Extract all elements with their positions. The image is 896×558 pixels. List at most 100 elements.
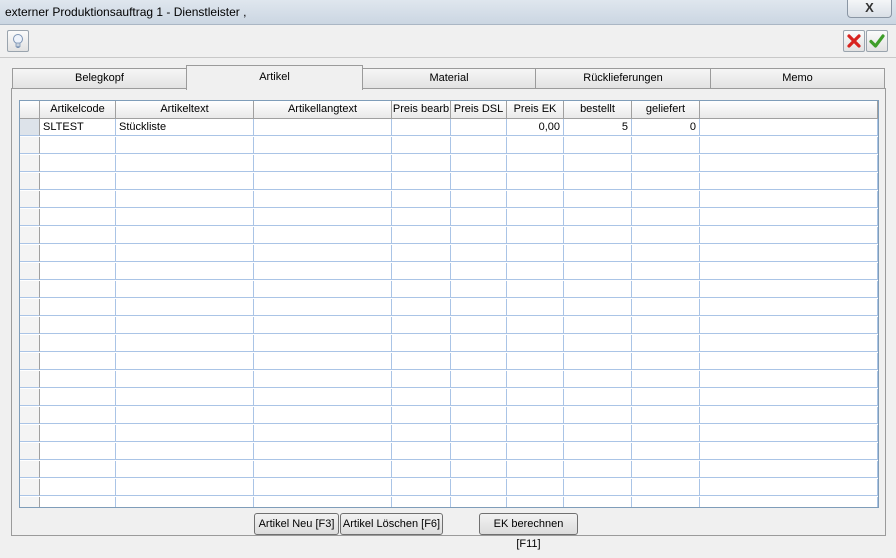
column-header-row-selector[interactable] bbox=[20, 101, 40, 119]
row-selector[interactable] bbox=[20, 119, 40, 136]
cell-preis-bearb[interactable] bbox=[392, 425, 451, 442]
cell-artikeltext[interactable] bbox=[116, 389, 254, 406]
cell-artikelcode[interactable] bbox=[40, 389, 116, 406]
cell-preis-dsl[interactable] bbox=[451, 443, 507, 460]
cell-spacer[interactable] bbox=[700, 425, 878, 442]
cell-artikeltext[interactable] bbox=[116, 407, 254, 424]
cell-artikellangtext[interactable] bbox=[254, 461, 392, 478]
cell-bestellt[interactable]: 5 bbox=[564, 119, 632, 136]
row-selector[interactable] bbox=[20, 191, 40, 208]
cell-bestellt[interactable] bbox=[564, 407, 632, 424]
cell-spacer[interactable] bbox=[700, 299, 878, 316]
cell-geliefert[interactable] bbox=[632, 155, 700, 172]
cell-spacer[interactable] bbox=[700, 191, 878, 208]
cell-preis-ek[interactable] bbox=[507, 155, 564, 172]
cell-geliefert[interactable] bbox=[632, 479, 700, 496]
cell-bestellt[interactable] bbox=[564, 443, 632, 460]
cell-preis-ek[interactable] bbox=[507, 335, 564, 352]
cell-preis-bearb[interactable] bbox=[392, 353, 451, 370]
hint-button[interactable] bbox=[7, 30, 29, 52]
cell-preis-bearb[interactable] bbox=[392, 335, 451, 352]
cell-spacer[interactable] bbox=[700, 389, 878, 406]
row-selector[interactable] bbox=[20, 407, 40, 424]
cell-artikeltext[interactable] bbox=[116, 299, 254, 316]
cell-geliefert[interactable] bbox=[632, 191, 700, 208]
cell-artikeltext[interactable] bbox=[116, 461, 254, 478]
cell-preis-dsl[interactable] bbox=[451, 461, 507, 478]
cell-geliefert[interactable] bbox=[632, 299, 700, 316]
tab-material[interactable]: Material bbox=[362, 68, 536, 89]
cell-artikellangtext[interactable] bbox=[254, 263, 392, 280]
cell-artikelcode[interactable] bbox=[40, 317, 116, 334]
cell-artikellangtext[interactable] bbox=[254, 137, 392, 154]
cell-artikeltext[interactable] bbox=[116, 263, 254, 280]
cell-artikellangtext[interactable] bbox=[254, 425, 392, 442]
cell-geliefert[interactable] bbox=[632, 263, 700, 280]
column-header-bestellt[interactable]: bestellt bbox=[564, 101, 632, 119]
tab-artikel[interactable]: Artikel bbox=[186, 65, 363, 90]
cell-bestellt[interactable] bbox=[564, 263, 632, 280]
cell-preis-ek[interactable]: 0,00 bbox=[507, 119, 564, 136]
cell-bestellt[interactable] bbox=[564, 191, 632, 208]
cell-preis-bearb[interactable] bbox=[392, 137, 451, 154]
row-selector[interactable] bbox=[20, 497, 40, 507]
article-new-button[interactable]: Artikel Neu [F3] bbox=[254, 513, 339, 535]
cell-artikelcode[interactable] bbox=[40, 191, 116, 208]
cell-preis-bearb[interactable] bbox=[392, 389, 451, 406]
calc-ek-button[interactable]: EK berechnen [F11] bbox=[479, 513, 578, 550]
cell-artikellangtext[interactable] bbox=[254, 173, 392, 190]
cell-geliefert[interactable] bbox=[632, 371, 700, 388]
ok-button[interactable] bbox=[866, 30, 888, 52]
column-header-spacer[interactable] bbox=[700, 101, 878, 119]
cell-artikellangtext[interactable] bbox=[254, 191, 392, 208]
column-header-artikellangtext[interactable]: Artikellangtext bbox=[254, 101, 392, 119]
cell-preis-bearb[interactable] bbox=[392, 191, 451, 208]
cell-preis-ek[interactable] bbox=[507, 191, 564, 208]
cell-bestellt[interactable] bbox=[564, 209, 632, 226]
cell-spacer[interactable] bbox=[700, 245, 878, 262]
row-selector[interactable] bbox=[20, 155, 40, 172]
cell-artikellangtext[interactable] bbox=[254, 155, 392, 172]
row-selector[interactable] bbox=[20, 461, 40, 478]
row-selector[interactable] bbox=[20, 173, 40, 190]
cell-bestellt[interactable] bbox=[564, 155, 632, 172]
cell-preis-dsl[interactable] bbox=[451, 173, 507, 190]
cell-artikeltext[interactable] bbox=[116, 335, 254, 352]
cell-spacer[interactable] bbox=[700, 227, 878, 244]
cell-artikeltext[interactable] bbox=[116, 371, 254, 388]
column-header-geliefert[interactable]: geliefert bbox=[632, 101, 700, 119]
cell-preis-dsl[interactable] bbox=[451, 335, 507, 352]
cell-artikeltext[interactable] bbox=[116, 227, 254, 244]
cell-artikeltext[interactable] bbox=[116, 425, 254, 442]
cell-artikellangtext[interactable] bbox=[254, 353, 392, 370]
row-selector[interactable] bbox=[20, 245, 40, 262]
cell-preis-bearb[interactable] bbox=[392, 371, 451, 388]
cell-artikeltext[interactable] bbox=[116, 479, 254, 496]
cell-bestellt[interactable] bbox=[564, 335, 632, 352]
cell-artikelcode[interactable] bbox=[40, 245, 116, 262]
row-selector[interactable] bbox=[20, 443, 40, 460]
cell-preis-bearb[interactable] bbox=[392, 263, 451, 280]
column-header-artikelcode[interactable]: Artikelcode bbox=[40, 101, 116, 119]
cell-artikelcode[interactable] bbox=[40, 299, 116, 316]
row-selector[interactable] bbox=[20, 227, 40, 244]
cell-artikeltext[interactable] bbox=[116, 191, 254, 208]
cell-preis-dsl[interactable] bbox=[451, 263, 507, 280]
cell-preis-dsl[interactable] bbox=[451, 119, 507, 136]
cell-preis-ek[interactable] bbox=[507, 299, 564, 316]
cell-artikeltext[interactable] bbox=[116, 155, 254, 172]
column-header-preis-dsl[interactable]: Preis DSL bbox=[451, 101, 507, 119]
cell-spacer[interactable] bbox=[700, 119, 878, 136]
cell-preis-bearb[interactable] bbox=[392, 119, 451, 136]
cell-preis-ek[interactable] bbox=[507, 497, 564, 507]
row-selector[interactable] bbox=[20, 299, 40, 316]
cell-bestellt[interactable] bbox=[564, 227, 632, 244]
cell-preis-bearb[interactable] bbox=[392, 443, 451, 460]
cell-geliefert[interactable] bbox=[632, 443, 700, 460]
cell-artikeltext[interactable] bbox=[116, 245, 254, 262]
cell-spacer[interactable] bbox=[700, 209, 878, 226]
cell-bestellt[interactable] bbox=[564, 479, 632, 496]
cell-geliefert[interactable] bbox=[632, 209, 700, 226]
cell-preis-dsl[interactable] bbox=[451, 245, 507, 262]
cell-preis-bearb[interactable] bbox=[392, 407, 451, 424]
